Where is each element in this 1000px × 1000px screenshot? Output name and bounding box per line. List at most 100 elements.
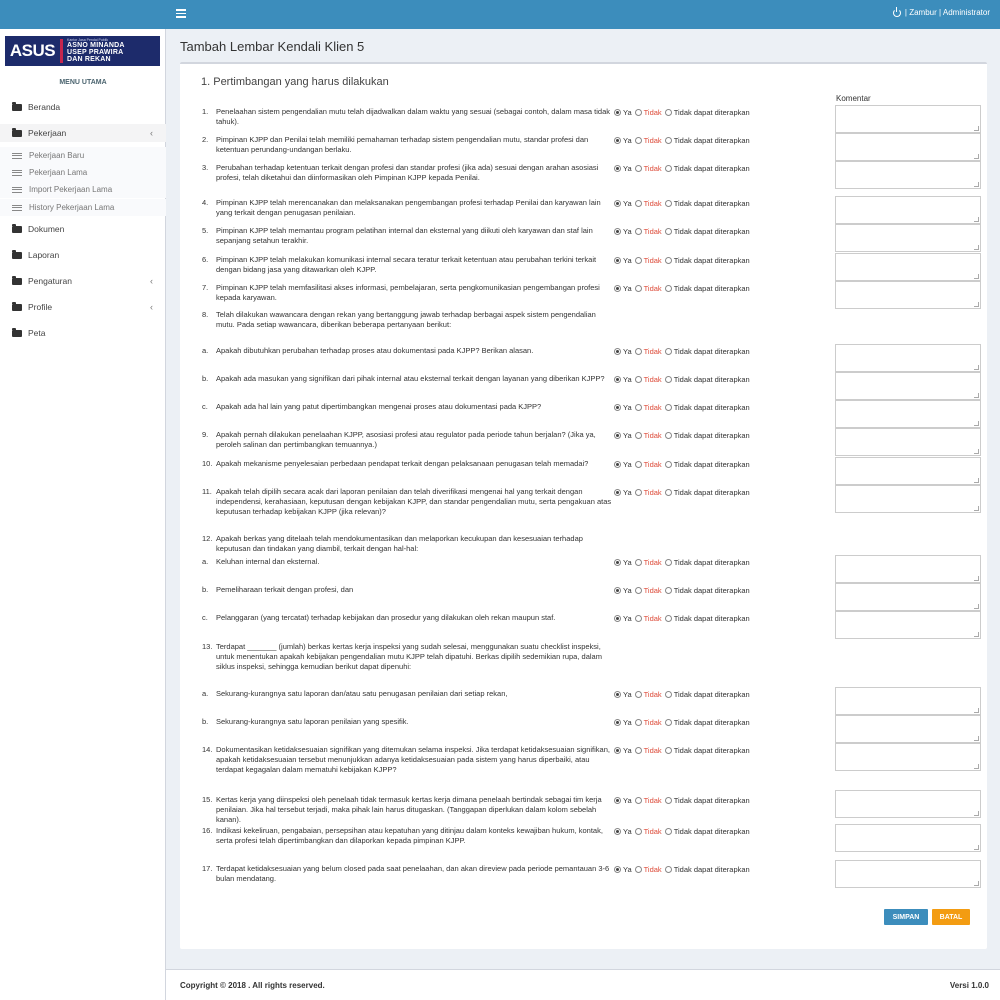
radio-tidak-dapat[interactable] xyxy=(664,257,672,264)
radio-ya[interactable] xyxy=(614,137,621,144)
radio-tidak[interactable] xyxy=(634,587,642,594)
komentar-textarea[interactable] xyxy=(835,344,981,372)
radio-tidak-dapat[interactable] xyxy=(664,615,672,622)
komentar-textarea[interactable] xyxy=(835,372,981,400)
komentar-textarea[interactable] xyxy=(835,224,981,252)
sidebar-item-profile[interactable]: Profile ‹ xyxy=(0,298,166,316)
sidebar-item-beranda[interactable]: Beranda xyxy=(0,98,166,116)
komentar-textarea[interactable] xyxy=(835,485,981,513)
radio-tidak[interactable] xyxy=(634,615,642,622)
radio-tidak[interactable] xyxy=(634,828,642,835)
radio-tidak-dapat[interactable] xyxy=(664,866,672,873)
radio-tidak[interactable] xyxy=(634,866,642,873)
radio-tidak-dapat[interactable] xyxy=(664,747,672,754)
radio-tidak-dapat[interactable] xyxy=(664,828,672,835)
radio-tidak[interactable] xyxy=(634,200,642,207)
radio-tidak[interactable] xyxy=(634,257,642,264)
komentar-textarea[interactable] xyxy=(835,428,981,456)
radio-ya[interactable] xyxy=(614,285,621,292)
sidebar-subitem-pekerjaan-baru[interactable]: Pekerjaan Baru xyxy=(0,147,166,164)
radio-tidak[interactable] xyxy=(634,691,642,698)
radio-ya[interactable] xyxy=(614,828,621,835)
radio-ya[interactable] xyxy=(614,376,621,383)
user-menu[interactable]: | Zambur | Administrator xyxy=(892,6,990,17)
radio-ya[interactable] xyxy=(614,165,621,172)
radio-ya[interactable] xyxy=(614,404,621,411)
cancel-button[interactable]: BATAL xyxy=(932,909,970,925)
radio-ya[interactable] xyxy=(614,257,621,264)
menu-toggle-icon[interactable] xyxy=(176,9,186,18)
komentar-textarea[interactable] xyxy=(835,400,981,428)
radio-tidak[interactable] xyxy=(634,404,642,411)
radio-tidak[interactable] xyxy=(634,109,642,116)
radio-tidak-dapat[interactable] xyxy=(664,797,672,804)
radio-tidak-dapat[interactable] xyxy=(664,200,672,207)
power-icon[interactable] xyxy=(892,6,901,17)
komentar-textarea[interactable] xyxy=(835,715,981,743)
radio-tidak[interactable] xyxy=(634,165,642,172)
komentar-textarea[interactable] xyxy=(835,790,981,818)
radio-ya[interactable] xyxy=(614,797,621,804)
komentar-textarea[interactable] xyxy=(835,133,981,161)
sidebar-item-dokumen[interactable]: Dokumen xyxy=(0,220,166,238)
radio-tidak-dapat[interactable] xyxy=(664,489,672,496)
radio-ya[interactable] xyxy=(614,719,621,726)
radio-tidak[interactable] xyxy=(634,747,642,754)
radio-ya[interactable] xyxy=(614,866,621,873)
komentar-textarea[interactable] xyxy=(835,457,981,485)
sidebar-item-pengaturan[interactable]: Pengaturan ‹ xyxy=(0,272,166,290)
radio-ya[interactable] xyxy=(614,747,621,754)
sidebar-item-peta[interactable]: Peta xyxy=(0,324,166,342)
radio-tidak-dapat[interactable] xyxy=(664,461,672,468)
radio-tidak-dapat[interactable] xyxy=(664,285,672,292)
radio-ya[interactable] xyxy=(614,228,621,235)
user-label[interactable]: | Zambur | Administrator xyxy=(905,8,990,17)
radio-ya[interactable] xyxy=(614,200,621,207)
komentar-textarea[interactable] xyxy=(835,253,981,281)
komentar-textarea[interactable] xyxy=(835,583,981,611)
radio-ya[interactable] xyxy=(614,615,621,622)
radio-ya[interactable] xyxy=(614,559,621,566)
radio-tidak[interactable] xyxy=(634,559,642,566)
radio-tidak[interactable] xyxy=(634,489,642,496)
radio-tidak-dapat[interactable] xyxy=(664,691,672,698)
komentar-textarea[interactable] xyxy=(835,105,981,133)
radio-tidak[interactable] xyxy=(634,348,642,355)
komentar-textarea[interactable] xyxy=(835,281,981,309)
radio-tidak-dapat[interactable] xyxy=(664,587,672,594)
radio-ya[interactable] xyxy=(614,348,621,355)
radio-tidak-dapat[interactable] xyxy=(664,165,672,172)
komentar-textarea[interactable] xyxy=(835,824,981,852)
sidebar-subitem-import-pekerjaan-lama[interactable]: Import Pekerjaan Lama xyxy=(0,181,166,198)
komentar-textarea[interactable] xyxy=(835,687,981,715)
radio-tidak[interactable] xyxy=(634,376,642,383)
radio-ya[interactable] xyxy=(614,691,621,698)
sidebar-subitem-history-pekerjaan-lama[interactable]: History Pekerjaan Lama xyxy=(0,199,166,216)
radio-tidak-dapat[interactable] xyxy=(664,228,672,235)
radio-tidak-dapat[interactable] xyxy=(664,348,672,355)
komentar-textarea[interactable] xyxy=(835,860,981,888)
radio-tidak-dapat[interactable] xyxy=(664,432,672,439)
radio-tidak[interactable] xyxy=(634,432,642,439)
radio-tidak-dapat[interactable] xyxy=(664,719,672,726)
radio-tidak[interactable] xyxy=(634,797,642,804)
radio-tidak-dapat[interactable] xyxy=(664,109,672,116)
komentar-textarea[interactable] xyxy=(835,743,981,771)
radio-tidak[interactable] xyxy=(634,285,642,292)
radio-tidak-dapat[interactable] xyxy=(664,559,672,566)
sidebar-subitem-pekerjaan-lama[interactable]: Pekerjaan Lama xyxy=(0,164,166,181)
radio-ya[interactable] xyxy=(614,432,621,439)
radio-tidak-dapat[interactable] xyxy=(664,404,672,411)
radio-tidak[interactable] xyxy=(634,719,642,726)
sidebar-item-laporan[interactable]: Laporan xyxy=(0,246,166,264)
komentar-textarea[interactable] xyxy=(835,161,981,189)
radio-tidak[interactable] xyxy=(634,137,642,144)
radio-tidak-dapat[interactable] xyxy=(664,376,672,383)
komentar-textarea[interactable] xyxy=(835,611,981,639)
komentar-textarea[interactable] xyxy=(835,555,981,583)
radio-ya[interactable] xyxy=(614,489,621,496)
komentar-textarea[interactable] xyxy=(835,196,981,224)
radio-ya[interactable] xyxy=(614,461,621,468)
save-button[interactable]: SIMPAN xyxy=(884,909,928,925)
radio-ya[interactable] xyxy=(614,587,621,594)
